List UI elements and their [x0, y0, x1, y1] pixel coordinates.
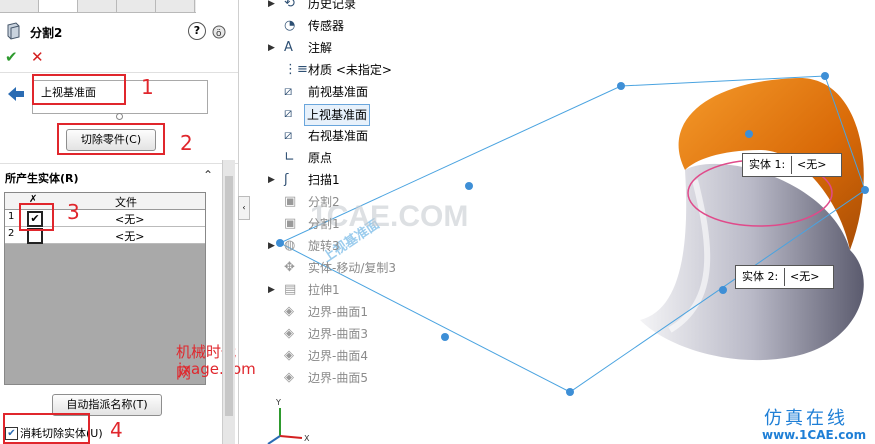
tab-property-manager[interactable]	[39, 0, 78, 12]
row-file-cell: <无>	[115, 213, 145, 226]
property-manager-panel: 分割2 ? ö ✔ ✕ 上视基准面 1 切除零件(C) 2 所产生实体(R) ⌃…	[0, 0, 256, 444]
expand-arrow-icon[interactable]: ▶	[268, 38, 278, 58]
tree-item-label: 传感器	[308, 19, 345, 33]
resize-handle[interactable]	[116, 113, 123, 120]
tab-configuration-manager[interactable]	[78, 0, 117, 12]
panel-title: 分割2	[30, 26, 63, 40]
sensor-icon: ◔	[284, 18, 296, 33]
sweep-icon: ʃ	[284, 172, 289, 187]
boundary-surface-icon: ◈	[284, 370, 294, 385]
tree-item-label: 边界-曲面4	[308, 349, 368, 363]
tree-item-label: 扫描1	[308, 173, 340, 187]
tree-item-label: 注解	[308, 41, 333, 55]
boundary-surface-icon: ◈	[284, 348, 294, 363]
trim-tool-icon	[8, 87, 24, 101]
expand-arrow-icon[interactable]: ▶	[268, 280, 278, 300]
revolve-icon: ◍	[284, 238, 296, 253]
highlight-box-3	[19, 203, 54, 231]
annotation-icon: A	[284, 40, 293, 55]
divider	[0, 163, 238, 164]
step-number-2: 2	[180, 131, 193, 155]
svg-text:X: X	[304, 434, 310, 443]
divider	[0, 72, 238, 73]
move-copy-icon: ✥	[284, 260, 295, 275]
ok-check-icon[interactable]: ✔	[5, 48, 18, 66]
tree-item-label: 上视基准面	[304, 104, 371, 126]
callout-label: 实体 1:	[749, 158, 786, 171]
body-1-callout[interactable]: 实体 1: <无>	[742, 153, 842, 177]
origin-icon: ∟	[284, 150, 295, 165]
material-icon: ⋮≡	[284, 62, 308, 77]
expand-arrow-icon[interactable]: ▶	[268, 236, 278, 256]
tree-item-label: 分割1	[308, 217, 340, 231]
boundary-surface-icon: ◈	[284, 304, 294, 319]
tree-item-label: 历史记录	[308, 0, 357, 11]
step-number-1: 1	[141, 75, 154, 99]
plane-icon: ⧄	[284, 84, 293, 99]
row-number: 1	[8, 211, 15, 222]
section-title-resulting-bodies: 所产生实体(R)	[5, 172, 79, 185]
help-icon[interactable]: ?	[188, 22, 206, 40]
panel-scrollbar[interactable]	[222, 160, 235, 444]
tree-item-label: 原点	[308, 151, 333, 165]
callout-divider	[784, 268, 785, 286]
highlight-box-4	[3, 413, 90, 444]
step-number-3: 3	[67, 200, 80, 224]
plane-icon: ⧄	[284, 106, 293, 121]
tab-feature-manager[interactable]	[0, 0, 39, 12]
expand-arrow-icon[interactable]: ▶	[268, 0, 278, 14]
expand-arrow-icon[interactable]: ▶	[268, 170, 278, 190]
split-feature-icon	[7, 22, 20, 40]
tree-item-label: 边界-曲面5	[308, 371, 368, 385]
panel-tab-bar	[0, 0, 196, 13]
plane-icon: ⧄	[284, 128, 293, 143]
svg-text:Y: Y	[275, 398, 281, 407]
split-icon: ▣	[284, 194, 297, 209]
collapse-chevron-icon[interactable]: ⌃	[203, 168, 213, 182]
callout-label: 实体 2:	[742, 270, 779, 283]
coordinate-triad: Y X	[267, 398, 310, 444]
tree-item-label: 右视基准面	[308, 129, 369, 143]
tree-item-label: 实体-移动/复制3	[308, 261, 397, 275]
row-file-cell: <无>	[115, 230, 145, 243]
extrude-icon: ▤	[284, 282, 297, 297]
file-column-header: 文件	[115, 196, 137, 209]
body-2-callout[interactable]: 实体 2: <无>	[735, 265, 834, 289]
highlight-box-1	[32, 74, 126, 105]
tree-item-label: 分割2	[308, 195, 340, 209]
svg-text:ö: ö	[216, 29, 222, 39]
brand-watermark-url: www.1CAE.com	[762, 428, 867, 442]
tree-item-label: 拉伸1	[308, 283, 340, 297]
callout-value: <无>	[797, 158, 827, 171]
split-icon: ▣	[284, 216, 297, 231]
tree-item-label: 材质 <未指定>	[308, 63, 392, 77]
boundary-surface-icon: ◈	[284, 326, 294, 341]
tree-item-label: 边界-曲面1	[308, 305, 368, 319]
tree-item-label: 前视基准面	[308, 85, 369, 99]
callout-value: <无>	[790, 270, 820, 283]
plane-guide	[470, 186, 570, 392]
history-icon: ⟲	[284, 0, 295, 11]
tree-item-label: 旋转3	[308, 239, 340, 253]
tree-item-label: 边界-曲面3	[308, 327, 368, 341]
cancel-x-icon[interactable]: ✕	[31, 48, 44, 66]
highlight-box-2	[57, 123, 165, 155]
brand-watermark-cn: 仿真在线	[764, 408, 848, 429]
row-number: 2	[8, 228, 15, 239]
callout-divider	[791, 156, 792, 174]
detailed-preview-icon[interactable]: ö	[211, 22, 229, 40]
tab-dimxpert[interactable]	[117, 0, 156, 12]
scrollbar-thumb[interactable]	[225, 176, 233, 416]
tab-display-manager[interactable]	[156, 0, 195, 12]
step-number-4: 4	[110, 418, 123, 442]
